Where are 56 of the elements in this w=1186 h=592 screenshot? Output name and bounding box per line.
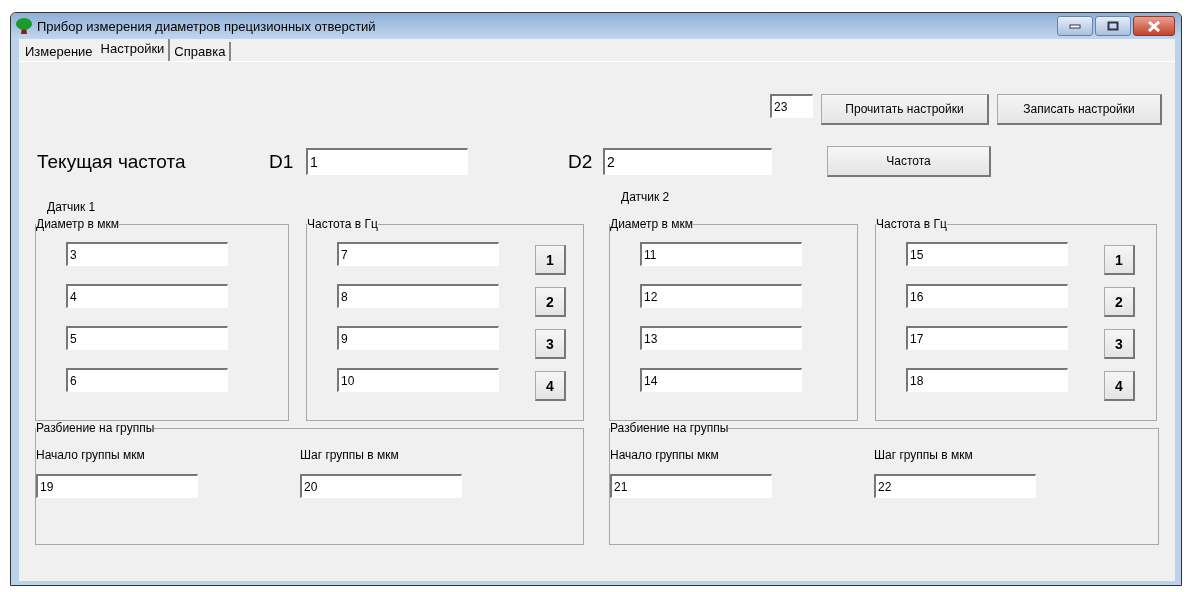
group-title: Частота в Гц [307, 217, 378, 231]
group-title: Частота в Гц [876, 217, 947, 231]
d1-field[interactable]: 1 [306, 148, 468, 175]
frequency-button[interactable]: Частота [827, 146, 991, 177]
group-title: Диаметр в мкм [610, 217, 693, 231]
frequency-field[interactable]: 7 [337, 242, 499, 266]
number-button[interactable]: 3 [535, 329, 566, 359]
minimize-icon [1069, 23, 1081, 29]
group-start-field[interactable]: 21 [610, 474, 772, 498]
frequency-field[interactable]: 9 [337, 326, 499, 350]
sensor-title: Датчик 2 [620, 189, 671, 206]
diameter-field[interactable]: 5 [66, 326, 228, 350]
frequency-field[interactable]: 8 [337, 284, 499, 308]
window-title: Прибор измерения диаметров прецизионных отверстий [37, 18, 377, 34]
label: D1 [269, 150, 295, 173]
label: Текущая частота [37, 150, 187, 173]
diameter-field[interactable]: 3 [66, 242, 228, 266]
label: Начало группы мкм [36, 448, 146, 464]
sensor-title: Датчик 1 [46, 199, 97, 216]
read-settings-button[interactable]: Прочитать настройки [821, 94, 989, 125]
maximize-icon [1107, 21, 1119, 31]
group-title: Разбиение на группы [36, 421, 155, 435]
d2-field[interactable]: 2 [603, 148, 772, 175]
diameter-field[interactable]: 13 [640, 326, 802, 350]
write-settings-button[interactable]: Записать настройки [997, 94, 1162, 125]
number-field[interactable]: 23 [770, 94, 813, 118]
number-button[interactable]: 3 [1104, 329, 1135, 359]
frequency-field[interactable]: 15 [906, 242, 1068, 266]
close-icon [1147, 20, 1161, 32]
group-step-field[interactable]: 20 [300, 474, 462, 498]
label: Начало группы мкм [610, 448, 720, 464]
diameter-field[interactable]: 12 [640, 284, 802, 308]
label: D2 [568, 150, 594, 173]
frequency-field[interactable]: 17 [906, 326, 1068, 350]
label: Шаг группы в мкм [874, 448, 974, 464]
tree-icon [15, 17, 33, 35]
frequency-field[interactable]: 10 [337, 368, 499, 392]
number-button[interactable]: 1 [1104, 245, 1135, 275]
diameter-field[interactable]: 6 [66, 368, 228, 392]
diameter-field[interactable]: 11 [640, 242, 802, 266]
diameter-field[interactable]: 14 [640, 368, 802, 392]
diameter-field[interactable]: 4 [66, 284, 228, 308]
maximize-button[interactable] [1095, 16, 1131, 36]
number-button[interactable]: 4 [1104, 371, 1135, 401]
number-button[interactable]: 2 [535, 287, 566, 317]
close-button[interactable] [1133, 16, 1175, 36]
group-step-field[interactable]: 22 [874, 474, 1036, 498]
label: Шаг группы в мкм [300, 448, 400, 464]
number-button[interactable]: 4 [535, 371, 566, 401]
group-start-field[interactable]: 19 [36, 474, 198, 498]
group-title: Диаметр в мкм [36, 217, 119, 231]
group-title: Разбиение на группы [610, 421, 729, 435]
frequency-field[interactable]: 18 [906, 368, 1068, 392]
number-button[interactable]: 1 [535, 245, 566, 275]
frequency-field[interactable]: 16 [906, 284, 1068, 308]
number-button[interactable]: 2 [1104, 287, 1135, 317]
